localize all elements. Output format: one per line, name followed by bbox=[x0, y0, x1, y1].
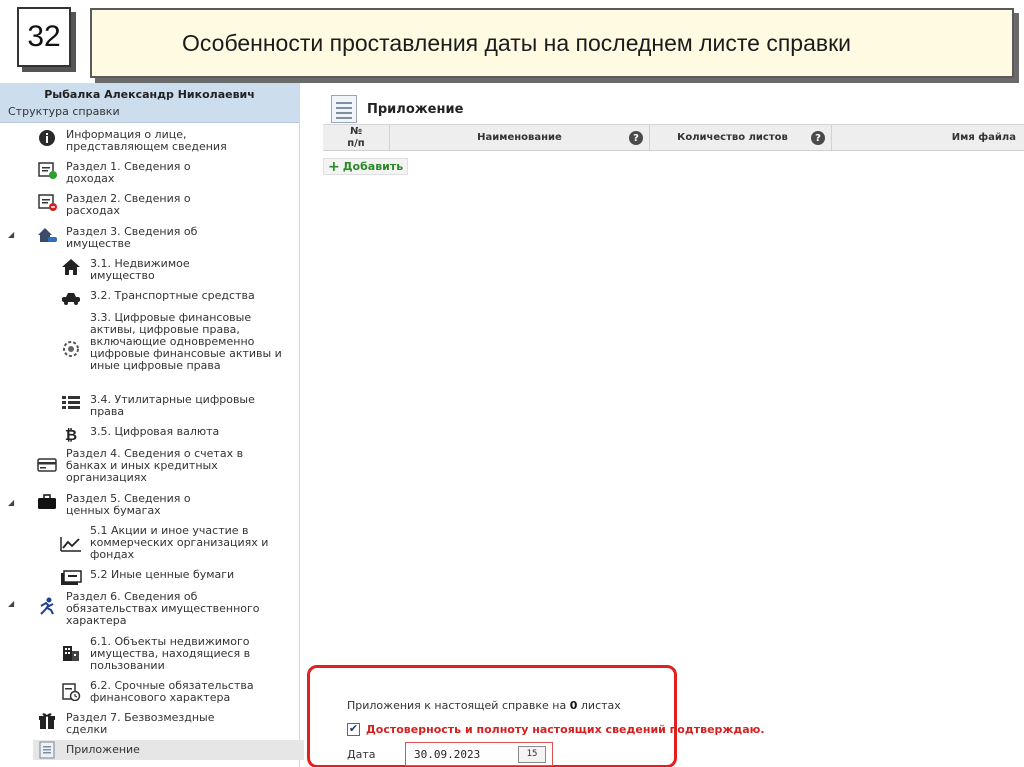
tree-item-label: 6.1. Объекты недвижимого имущества, нахо… bbox=[90, 635, 251, 672]
tree-item-used-real-estate[interactable]: 6.1. Объекты недвижимого имущества, нахо… bbox=[0, 636, 300, 672]
slide-title: Особенности проставления даты на последн… bbox=[90, 8, 1014, 78]
tree-item-crypto[interactable]: ₿ 3.5. Цифровая валюта bbox=[0, 425, 300, 445]
structure-title: Структура справки bbox=[8, 105, 120, 118]
info-icon bbox=[36, 129, 58, 147]
attachment-panel: Приложение № п/п Наименование ? Количест… bbox=[307, 83, 1024, 767]
tree-item-label: 5.1 Акции и иное участие в коммерческих … bbox=[90, 524, 269, 561]
column-name[interactable]: Наименование ? bbox=[390, 125, 650, 150]
slide-title-text: Особенности проставления даты на последн… bbox=[182, 29, 852, 56]
tree-item-label: 3.3. Цифровые финансовые активы, цифровы… bbox=[90, 311, 282, 372]
confirm-checkbox[interactable]: ✔ bbox=[347, 723, 360, 736]
column-name-label: Наименование bbox=[477, 132, 562, 143]
plus-icon: + bbox=[328, 158, 340, 175]
tree-item-label: Раздел 5. Сведения о ценных бумагах bbox=[66, 492, 191, 517]
tree-item-bank-accounts[interactable]: Раздел 4. Сведения о счетах в банках и и… bbox=[0, 448, 300, 484]
document-clock-icon bbox=[60, 683, 82, 701]
attachment-icon bbox=[36, 741, 58, 759]
briefcase-icon bbox=[36, 493, 58, 511]
gift-icon bbox=[36, 712, 58, 730]
collapse-caret-icon[interactable]: ◢ bbox=[8, 599, 14, 608]
sidebar-header: Рыбалка Александр Николаевич Структура с… bbox=[0, 83, 299, 123]
document-icon bbox=[331, 95, 357, 123]
house-icon bbox=[60, 258, 82, 276]
sheets-count-text: Приложения к настоящей справке на 0 лист… bbox=[347, 699, 621, 712]
tree-item-expenses[interactable]: Раздел 2. Сведения о расходах bbox=[0, 193, 300, 217]
panel-header: Приложение bbox=[331, 95, 463, 123]
tree-item-label: 3.2. Транспортные средства bbox=[90, 289, 255, 302]
add-button-label: Добавить bbox=[342, 160, 404, 173]
tree-item-label: 5.2 Иные ценные бумаги bbox=[90, 568, 235, 581]
expenses-icon bbox=[36, 193, 58, 211]
column-number[interactable]: № п/п bbox=[323, 125, 390, 150]
tree-item-other-securities[interactable]: 5.2 Иные ценные бумаги bbox=[0, 569, 300, 587]
help-icon[interactable]: ? bbox=[629, 131, 643, 145]
tree-item-label: Приложение bbox=[66, 743, 140, 756]
user-name: Рыбалка Александр Николаевич bbox=[44, 88, 255, 101]
app-screenshot: Рыбалка Александр Николаевич Структура с… bbox=[0, 83, 1024, 767]
sheets-suffix: листах bbox=[580, 699, 621, 712]
sheets-count: 0 bbox=[569, 699, 578, 712]
column-sheets[interactable]: Количество листов ? bbox=[650, 125, 832, 150]
chart-icon bbox=[60, 535, 82, 553]
sidebar: Рыбалка Александр Николаевич Структура с… bbox=[0, 83, 304, 767]
tree-item-label: Раздел 1. Сведения о доходах bbox=[66, 160, 191, 185]
securities-icon bbox=[60, 569, 82, 587]
date-value: 30.09.2023 bbox=[414, 747, 481, 761]
digital-assets-icon bbox=[60, 340, 82, 358]
tree-item-income[interactable]: Раздел 1. Сведения о доходах bbox=[0, 161, 300, 185]
date-label: Дата bbox=[347, 748, 376, 761]
car-icon bbox=[60, 290, 82, 308]
tree-item-securities[interactable]: ◢ Раздел 5. Сведения о ценных бумагах bbox=[0, 493, 300, 517]
tree-item-shares[interactable]: 5.1 Акции и иное участие в коммерческих … bbox=[0, 525, 300, 561]
tree-item-label: Раздел 7. Безвозмездные сделки bbox=[66, 711, 215, 736]
add-button[interactable]: + Добавить bbox=[323, 158, 409, 175]
list-icon bbox=[60, 394, 82, 412]
obligations-icon bbox=[36, 597, 58, 615]
confirm-row: ✔ Достоверность и полноту настоящих свед… bbox=[347, 723, 765, 736]
column-sheets-label: Количество листов bbox=[677, 132, 788, 143]
tree-item-vehicles[interactable]: 3.2. Транспортные средства bbox=[0, 290, 300, 308]
tree-item-property[interactable]: ◢ Раздел 3. Сведения об имуществе bbox=[0, 226, 300, 250]
property-icon bbox=[36, 226, 58, 244]
tree-item-label: Информация о лице, представляющем сведен… bbox=[66, 128, 227, 153]
building-icon bbox=[60, 644, 82, 662]
tree-item-attachment[interactable]: Приложение bbox=[33, 740, 304, 760]
tree-item-person-info[interactable]: Информация о лице, представляющем сведен… bbox=[0, 129, 300, 153]
tree-item-label: 6.2. Срочные обязательства финансового х… bbox=[90, 679, 254, 704]
income-icon bbox=[36, 161, 58, 179]
tree-item-utility-rights[interactable]: 3.4. Утилитарные цифровые права bbox=[0, 394, 300, 418]
help-icon[interactable]: ? bbox=[811, 131, 825, 145]
tree-item-label: 3.1. Недвижимое имущество bbox=[90, 257, 190, 282]
tree-item-gifts[interactable]: Раздел 7. Безвозмездные сделки bbox=[0, 712, 300, 736]
tree-item-obligations[interactable]: ◢ Раздел 6. Сведения об обязательствах и… bbox=[0, 591, 300, 627]
card-icon bbox=[36, 456, 58, 474]
tree-item-label: Раздел 4. Сведения о счетах в банках и и… bbox=[66, 447, 244, 484]
bitcoin-icon: ₿ bbox=[64, 426, 78, 444]
collapse-caret-icon[interactable]: ◢ bbox=[8, 498, 14, 507]
collapse-caret-icon[interactable]: ◢ bbox=[8, 230, 14, 239]
column-file-label: Имя файла bbox=[951, 132, 1016, 143]
tree-item-label: 3.5. Цифровая валюта bbox=[90, 425, 220, 438]
tree-item-financial-obligations[interactable]: 6.2. Срочные обязательства финансового х… bbox=[0, 680, 300, 704]
calendar-icon[interactable]: 15 bbox=[518, 746, 546, 763]
column-number-label: № п/п bbox=[347, 125, 365, 149]
tree-item-label: 3.4. Утилитарные цифровые права bbox=[90, 393, 255, 418]
attachments-table-header: № п/п Наименование ? Количество листов ?… bbox=[323, 124, 1024, 151]
tree-item-real-estate[interactable]: 3.1. Недвижимое имущество bbox=[0, 258, 300, 282]
panel-title: Приложение bbox=[367, 101, 464, 117]
tree-item-label: Раздел 3. Сведения об имуществе bbox=[66, 225, 198, 250]
date-input[interactable]: 30.09.2023 15 bbox=[405, 742, 553, 766]
confirm-label: Достоверность и полноту настоящих сведен… bbox=[366, 723, 765, 736]
sheets-prefix: Приложения к настоящей справке на bbox=[347, 699, 567, 712]
slide-number: 32 bbox=[17, 7, 71, 67]
tree-item-label: Раздел 6. Сведения об обязательствах иму… bbox=[66, 590, 260, 627]
column-file[interactable]: Имя файла bbox=[832, 125, 1024, 150]
tree-item-digital-assets[interactable]: 3.3. Цифровые финансовые активы, цифровы… bbox=[0, 312, 300, 372]
tree-item-label: Раздел 2. Сведения о расходах bbox=[66, 192, 191, 217]
